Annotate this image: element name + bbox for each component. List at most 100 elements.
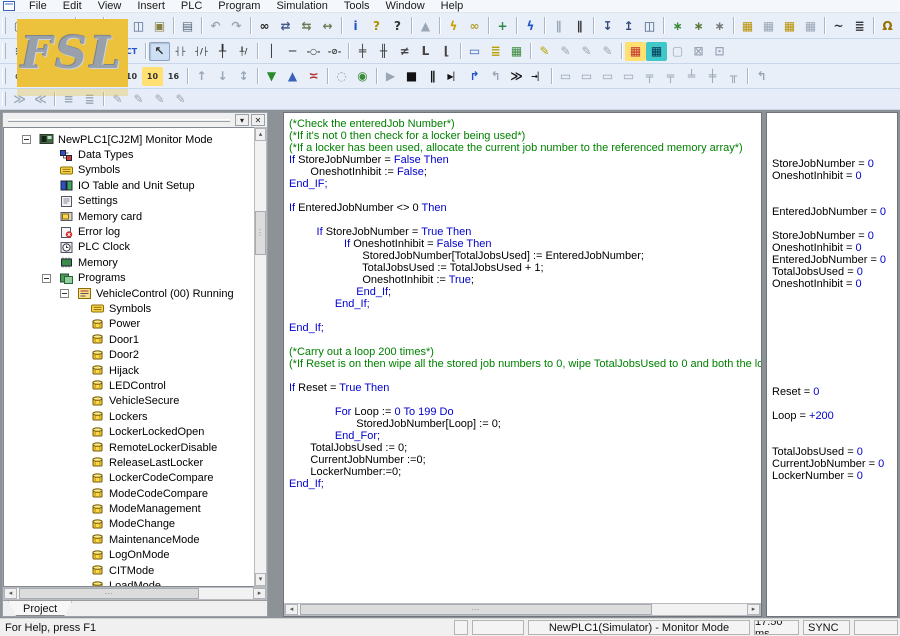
work-online-simulator-icon[interactable]: ϟ [443, 16, 464, 35]
menu-edit[interactable]: Edit [55, 0, 90, 13]
fast-forward-icon[interactable]: ≫ [506, 67, 527, 86]
tree-item-data-types[interactable]: Data Types [4, 147, 254, 162]
program-check-icon[interactable]: ∗ [709, 16, 730, 35]
monitor-mode-icon[interactable]: ◉ [352, 67, 373, 86]
tree-vertical-scrollbar[interactable]: ▴ ▾ [254, 127, 267, 587]
rung-comment-icon[interactable]: ≣ [485, 42, 506, 61]
menu-plc[interactable]: PLC [173, 0, 210, 13]
copy-icon[interactable]: ◫ [128, 16, 149, 35]
find-icon[interactable]: ∞ [254, 16, 275, 35]
editor-horizontal-scrollbar[interactable]: ◂ ▸ [284, 603, 761, 616]
new-or-contact-icon[interactable]: ╀ [212, 42, 233, 61]
tree-item-lockerlockedopen[interactable]: LockerLockedOpen [4, 424, 254, 439]
collapse-icon[interactable] [22, 135, 31, 144]
monitor-clock-icon[interactable]: ▦ [506, 42, 527, 61]
tree-item-door1[interactable]: Door1 [4, 332, 254, 347]
hex-icon[interactable]: 16 [163, 67, 184, 86]
tree-item-maintenancemode[interactable]: MaintenanceMode [4, 532, 254, 547]
io-comment-icon[interactable]: ▭ [464, 42, 485, 61]
pv-monitor-icon[interactable]: ▦ [646, 42, 667, 61]
scroll-right-icon[interactable]: ▸ [747, 604, 760, 615]
scroll-thumb[interactable] [255, 211, 266, 255]
tree-item-symbols[interactable]: Symbols [4, 163, 254, 178]
tree-item-ledcontrol[interactable]: LEDControl [4, 378, 254, 393]
pause-icon[interactable]: ∥ [422, 67, 443, 86]
replace-icon[interactable]: ⇄ [275, 16, 296, 35]
profile-icon[interactable]: ≣ [849, 16, 870, 35]
toolbar-grip[interactable] [2, 43, 6, 60]
new-contact-icon[interactable]: ┤├ [170, 42, 191, 61]
tree-item-vehiclesecure[interactable]: VehicleSecure [4, 394, 254, 409]
tree-item-modecodecompare[interactable]: ModeCodeCompare [4, 486, 254, 501]
tree-item-plc-clock[interactable]: PLC Clock [4, 240, 254, 255]
download-to-plc-icon[interactable]: ▼ [261, 67, 282, 86]
upload-icon[interactable]: ↥ [618, 16, 639, 35]
tree-item-logonmode[interactable]: LogOnMode [4, 548, 254, 563]
toolbar-grip[interactable] [2, 92, 6, 106]
tree-item-vehiclecontrol-00-running[interactable]: VehicleControl (00) Running [4, 286, 254, 301]
menu-help[interactable]: Help [433, 0, 472, 13]
tree-item-modemanagement[interactable]: ModeManagement [4, 501, 254, 516]
panel-menu-icon[interactable]: ▾ [235, 114, 249, 126]
data-trace-icon[interactable]: ▦ [779, 16, 800, 35]
tree-item-hijack[interactable]: Hijack [4, 363, 254, 378]
cycle-time-icon[interactable]: ~ [828, 16, 849, 35]
about-icon[interactable]: i [345, 16, 366, 35]
select-mode-icon[interactable]: ↖ [149, 42, 170, 61]
scroll-down-icon[interactable]: ▾ [255, 573, 266, 586]
vertical-line-icon[interactable]: │ [261, 42, 282, 61]
scroll-up-icon[interactable]: ▴ [255, 128, 266, 141]
tree-item-citmode[interactable]: CITMode [4, 563, 254, 578]
stop-icon[interactable]: ■ [401, 67, 422, 86]
watch-window-icon[interactable]: ▦ [625, 42, 646, 61]
menu-view[interactable]: View [90, 0, 130, 13]
toolbar-grip[interactable] [2, 17, 6, 35]
scroll-thumb[interactable] [300, 604, 652, 615]
signed-decimal-icon[interactable]: 10 [142, 67, 163, 86]
collapse-icon[interactable] [60, 289, 69, 298]
tree-item-newplc1-cj2m-monitor-mode[interactable]: NewPLC1[CJ2M] Monitor Mode [4, 132, 254, 147]
tab-project[interactable]: Project [8, 601, 72, 616]
upload-from-plc-icon[interactable]: ▲ [282, 67, 303, 86]
compile-program-icon[interactable]: ∗ [667, 16, 688, 35]
retrace-icon[interactable]: ↔ [317, 16, 338, 35]
tree-item-modechange[interactable]: ModeChange [4, 517, 254, 532]
st-code-area[interactable]: (*Check the enteredJob Number*)(*If it's… [284, 113, 761, 603]
scroll-right-icon[interactable]: ▸ [253, 588, 266, 599]
step-into-icon[interactable]: ↱ [464, 67, 485, 86]
tree-item-door2[interactable]: Door2 [4, 347, 254, 362]
toolbar-grip[interactable] [2, 68, 6, 85]
panel-grip[interactable] [8, 119, 230, 122]
falling-contact-icon[interactable]: ╫ [373, 42, 394, 61]
horizontal-line-icon[interactable]: ─ [282, 42, 303, 61]
tree-horizontal-scrollbar[interactable]: ◂ ▸ [3, 587, 267, 600]
paste-icon[interactable]: ▣ [149, 16, 170, 35]
tree-item-loadmode[interactable]: LoadMode [4, 578, 254, 587]
panel-close-icon[interactable]: ✕ [251, 114, 265, 126]
help-icon[interactable]: ? [366, 16, 387, 35]
menu-file[interactable]: File [21, 0, 55, 13]
new-closed-coil-icon[interactable]: -⊘- [324, 42, 345, 61]
tree-item-error-log[interactable]: Error log [4, 224, 254, 239]
step-icon[interactable]: ▶▏ [443, 67, 464, 86]
run-mode-icon[interactable]: ◌ [331, 67, 352, 86]
tree-item-memory-card[interactable]: Memory card [4, 209, 254, 224]
run-to-end-icon[interactable]: →▏ [527, 67, 548, 86]
tree-item-power[interactable]: Power [4, 317, 254, 332]
online-lookup-icon[interactable]: ∞ [464, 16, 485, 35]
tree-item-programs[interactable]: Programs [4, 271, 254, 286]
transfer-online-icon[interactable]: ϟ [520, 16, 541, 35]
compile-all-icon[interactable]: ∗ [688, 16, 709, 35]
tree-item-remotelockerdisable[interactable]: RemoteLockerDisable [4, 440, 254, 455]
new-closed-contact-icon[interactable]: ┤/├ [191, 42, 212, 61]
pause-monitor-icon[interactable]: ∥ [569, 16, 590, 35]
menu-window[interactable]: Window [378, 0, 433, 13]
context-help-icon[interactable]: ? [387, 16, 408, 35]
edit-comment-icon[interactable]: ✎ [534, 42, 555, 61]
tree-item-symbols[interactable]: Symbols [4, 301, 254, 316]
lock-icon[interactable]: Ω [877, 16, 898, 35]
menu-tools[interactable]: Tools [336, 0, 378, 13]
menu-insert[interactable]: Insert [129, 0, 173, 13]
tree-item-settings[interactable]: Settings [4, 194, 254, 209]
work-online-icon[interactable]: + [492, 16, 513, 35]
